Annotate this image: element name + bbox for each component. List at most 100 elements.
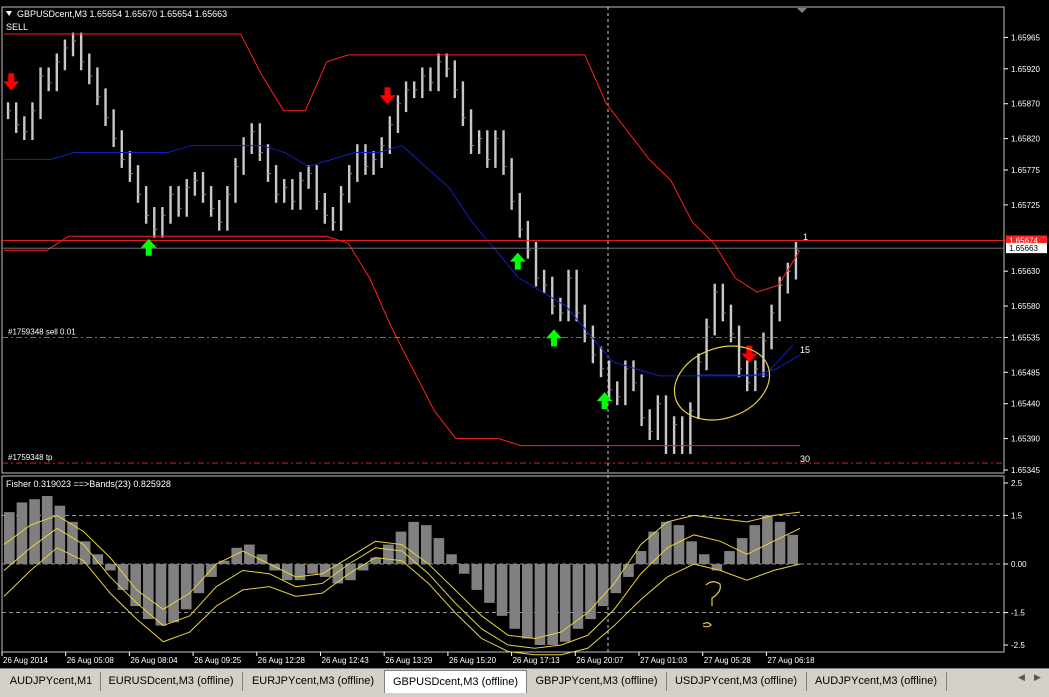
price-tick-label: 1.65345 — [1011, 466, 1040, 475]
price-tag-label: 1.65663 — [1009, 244, 1038, 253]
fisher-bar — [686, 541, 697, 564]
fisher-bar — [294, 564, 306, 581]
fisher-bar — [623, 564, 634, 577]
hand-drawn-question-mark — [705, 581, 721, 606]
fisher-bar — [572, 564, 584, 629]
price-tick-label: 1.65535 — [1011, 333, 1040, 342]
price-tick-label: 1.65820 — [1011, 135, 1040, 144]
collapse-arrow-icon[interactable] — [6, 11, 12, 16]
price-tick-label: 1.65485 — [1011, 368, 1040, 377]
fisher-bar — [383, 544, 394, 564]
fisher-bar — [724, 551, 735, 564]
annotation-label: 15 — [800, 345, 810, 355]
time-tick-label: 26 Aug 08:04 — [130, 656, 178, 665]
time-tick-label: 27 Aug 05:28 — [704, 656, 752, 665]
fisher-bar — [471, 564, 483, 590]
time-tick-label: 26 Aug 12:28 — [258, 656, 306, 665]
price-tick-label: 1.65390 — [1011, 435, 1040, 444]
buy-arrow-icon[interactable] — [545, 329, 562, 347]
chart-area[interactable]: #1759348 sell 0.01 #1759348 tp 1 15 30 1.659… — [0, 0, 1049, 668]
symbol-tab[interactable]: USDJPYcent,M3 (offline) — [666, 672, 807, 691]
fisher-bar — [774, 521, 786, 564]
fisher-bar — [79, 541, 91, 564]
annotation-label: 1 — [803, 232, 808, 242]
symbol-tab[interactable]: EURUSDcent,M3 (offline) — [100, 672, 243, 691]
fisher-bar — [522, 564, 533, 639]
time-tick-label: 26 Aug 09:25 — [194, 656, 242, 665]
channel-line-1 — [4, 235, 800, 447]
price-tick-label: 1.65630 — [1011, 267, 1040, 276]
fisher-plot — [2, 495, 1004, 656]
time-tick-label: 26 Aug 12:43 — [322, 656, 370, 665]
annotation-label: 30 — [800, 454, 810, 464]
fisher-bar — [458, 564, 470, 574]
buy-arrow-icon[interactable] — [509, 252, 526, 270]
chart-shift-marker-icon[interactable] — [797, 8, 807, 13]
fisher-bar — [673, 525, 685, 564]
price-tick-label: 1.65870 — [1011, 100, 1040, 109]
fisher-bar — [749, 525, 761, 564]
channel-line-0 — [4, 33, 801, 293]
price-tick-label: 1.65775 — [1011, 166, 1040, 175]
time-tick-label: 26 Aug 20:07 — [576, 656, 624, 665]
time-tick-label: 26 Aug 13:29 — [385, 656, 433, 665]
fisher-bar — [395, 531, 407, 564]
fisher-bar — [29, 499, 40, 564]
indicator-title: Fisher 0.319023 ==>Bands(23) 0.825928 — [6, 479, 171, 489]
tab-scroll-right-icon[interactable]: ▶ — [1034, 673, 1041, 683]
fisher-bar — [155, 564, 167, 626]
fisher-bar — [559, 564, 571, 642]
fisher-bar — [446, 554, 457, 564]
symbol-tab[interactable]: GBPUSDcent,M3 (offline) — [384, 670, 527, 693]
symbol-tab[interactable]: AUDJPYcent,M1 — [2, 672, 101, 691]
time-tick-label: 27 Aug 01:03 — [640, 656, 688, 665]
fisher-bar — [319, 564, 331, 577]
time-tick-label: 26 Aug 2014 — [3, 656, 48, 665]
sell-arrow-icon[interactable] — [379, 87, 396, 105]
time-tick-label: 27 Aug 06:18 — [767, 656, 815, 665]
fisher-bar — [206, 564, 217, 577]
indicator-tick-label: -1.5 — [1011, 609, 1025, 618]
symbol-tab-bar: AUDJPYcent,M1 EURUSDcent,M3 (offline) EURJ… — [0, 668, 1049, 697]
fisher-bar — [698, 554, 710, 564]
symbol-tab[interactable]: AUDJPYcent,M3 (offline) — [806, 672, 947, 691]
sell-arrow-icon[interactable] — [741, 345, 758, 363]
symbol-tab[interactable]: GBPJPYcent,M3 (offline) — [527, 672, 667, 691]
tab-scroll-left-icon[interactable]: ◀ — [1018, 673, 1025, 683]
time-tick-label: 26 Aug 17:13 — [513, 656, 561, 665]
fisher-bar — [661, 521, 672, 564]
indicator-tick-label: -2.5 — [1011, 641, 1025, 650]
fisher-bar — [585, 564, 596, 620]
hand-drawn-dot — [702, 622, 712, 628]
fisher-bar — [345, 564, 356, 581]
symbol-tab[interactable]: EURJPYcent,M3 (offline) — [242, 672, 385, 691]
fisher-bar — [420, 525, 432, 564]
fisher-bar — [610, 564, 622, 594]
fisher-bar — [54, 505, 66, 564]
fisher-bar — [180, 564, 192, 610]
fisher-bar — [130, 564, 141, 607]
fisher-bar — [534, 564, 546, 645]
fisher-bar — [105, 564, 116, 571]
channel-line-2 — [4, 145, 801, 377]
buy-arrow-icon[interactable] — [140, 238, 157, 256]
indicator-tick-label: 0.00 — [1011, 560, 1027, 569]
price-tick-label: 1.65920 — [1011, 65, 1040, 74]
fisher-bar — [433, 538, 445, 564]
time-tick-label: 26 Aug 05:08 — [67, 656, 115, 665]
fisher-bar — [41, 495, 53, 564]
price-tick-label: 1.65440 — [1011, 400, 1040, 409]
signal-label: SELL — [6, 22, 28, 32]
fisher-bar — [736, 538, 748, 564]
fisher-bar — [635, 551, 647, 564]
fisher-bar — [484, 564, 495, 603]
main-chart-frame — [1, 6, 1005, 474]
fisher-bar — [496, 564, 508, 616]
sell-arrow-icon[interactable] — [3, 73, 20, 91]
fisher-bar — [762, 515, 773, 564]
price-plot: #1759348 sell 0.01 #1759348 tp 1 15 30 — [2, 7, 1004, 652]
level-label: #1759348 tp — [8, 453, 53, 462]
level-label: #1759348 sell 0.01 — [8, 327, 76, 336]
price-tick-label: 1.65965 — [1011, 33, 1040, 42]
fisher-bar — [307, 564, 318, 574]
